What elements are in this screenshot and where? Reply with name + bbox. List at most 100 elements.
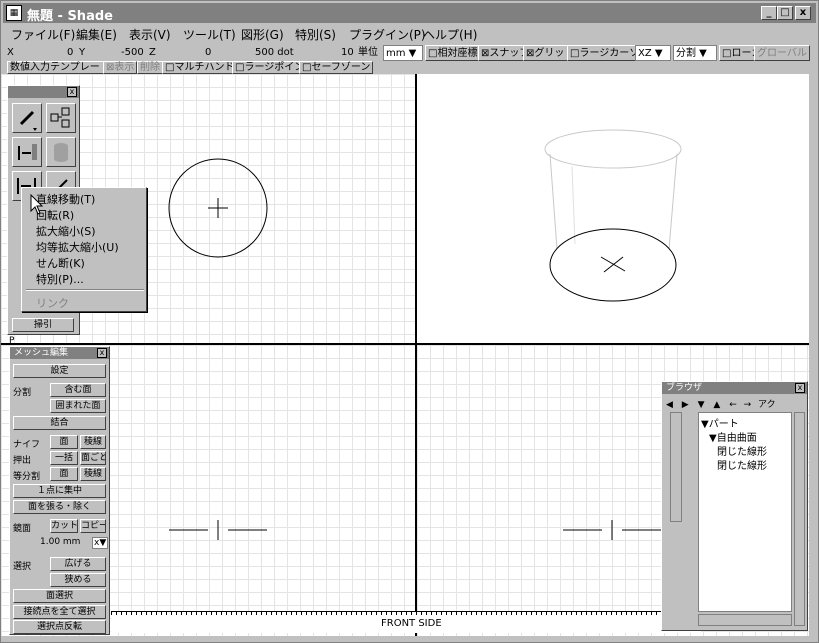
relative-coord-checkbox[interactable]: □相対座標 [425,45,481,61]
nav-left-icon[interactable]: ← [729,400,737,410]
mesh-panel-close[interactable]: x [97,348,107,358]
equal-split-edge-button[interactable]: 稜線 [80,467,106,481]
ruler-label: FRONT SIDE [381,618,442,629]
popup-item-linear-move[interactable]: 直線移動(T) [36,191,95,207]
perspective-view[interactable] [417,74,810,343]
menu-shape[interactable]: 図形(G) [241,26,284,43]
select-label: 選択 [13,562,32,572]
display-toolbar: 数値入力テンプレート ⊠表示 削除 □マルチハンドル □ラージポイント □セーフ… [3,61,816,74]
equal-split-label: 等分割 [13,472,41,482]
knife-edge-button[interactable]: 稜線 [80,435,106,449]
unit-label: 単位 [358,47,378,58]
popup-item-shear[interactable]: せん断(K) [36,255,85,271]
axis-select[interactable]: x▼ [92,537,109,549]
browser-tab[interactable]: アク [758,400,776,410]
close-button[interactable]: x [795,6,811,20]
title-bar: ▦ 無題 - Shade _ □ x [3,3,816,24]
extrude-batch-button[interactable]: 一括 [50,451,78,465]
display-checkbox[interactable]: ⊠表示 [103,61,138,74]
knife-face-button[interactable]: 面 [50,435,78,449]
sweep-button[interactable]: 掃引 [12,318,74,332]
mesh-panel-title: メッシュ編集 [14,348,69,358]
browser-close[interactable]: x [795,383,805,393]
dot-value[interactable]: 500 dot [255,45,294,61]
cylinder-tool-icon[interactable] [46,137,76,167]
nav-back-icon[interactable]: ◀ [666,400,673,410]
split-select[interactable]: 分割 ▼ [673,45,717,61]
num-template-button[interactable]: 数値入力テンプレート [7,61,113,74]
mesh-edit-panel: メッシュ編集 x 設定 分割 含む面 囲まれた面 結合 ナイフ 面 稜線 押出 一… [9,346,110,635]
global-button[interactable]: グローバル [754,45,810,61]
select-all-connected-button[interactable]: 接続点を全て選択 [13,605,106,619]
enclosed-face-button[interactable]: 囲まれた面 [50,399,106,413]
join-button[interactable]: 結合 [13,416,106,430]
menu-plugin[interactable]: プラグイン(P) [349,26,426,43]
cylinder-drawing [544,129,682,302]
expand-button[interactable]: 広げる [50,557,106,571]
cut-button[interactable]: カット [50,519,78,533]
pencil-tool-icon[interactable] [12,103,42,133]
nav-up-icon[interactable]: ▲ [713,400,720,410]
browser-nav: ◀ ▶ ▼ ▲ ← → アク [666,397,806,410]
y-value[interactable]: -500 [121,45,144,61]
vertical-scrollbar[interactable] [809,74,818,636]
collapse-button[interactable]: １点に集中 [13,484,106,498]
invert-select-button[interactable]: 選択点反転 [13,620,106,634]
minimize-button[interactable]: _ [761,6,777,20]
plane-select[interactable]: XZ ▼ [635,45,671,61]
include-face-button[interactable]: 含む面 [50,383,106,397]
browser-titlebar[interactable]: ブラウザ x [662,382,807,394]
p-label: P [9,336,15,346]
unit-select[interactable]: mm ▼ [383,45,423,61]
tree-part[interactable]: ▼パート [701,415,739,430]
tree-free-surface[interactable]: ▼自由曲面 [709,429,757,444]
fill-face-button[interactable]: 面を張る・除く [13,500,106,514]
mesh-panel-titlebar[interactable]: メッシュ編集 x [10,347,109,359]
maximize-button[interactable]: □ [777,6,793,20]
horizontal-splitter[interactable] [1,343,810,345]
menu-help[interactable]: ヘルプ(H) [423,26,477,43]
menu-file[interactable]: ファイル(F) [11,26,75,43]
menu-tools[interactable]: ツール(T) [183,26,236,43]
nav-down-icon[interactable]: ▼ [698,400,705,410]
extrude-per-face-button[interactable]: 面ごと [80,451,106,465]
app-icon[interactable]: ▦ [6,5,22,21]
nav-right-icon[interactable]: → [744,400,752,410]
popup-item-uniform-scale[interactable]: 均等拡大縮小(U) [36,239,119,255]
face-select-button[interactable]: 面選択 [13,589,106,603]
tool-palette-close[interactable]: x [67,87,77,97]
tree-closed-line-2[interactable]: 閉じた線形 [717,457,767,472]
ten-value[interactable]: 10 [341,45,354,61]
popup-item-link[interactable]: リンク [36,295,69,311]
browser-title: ブラウザ [666,383,703,393]
shrink-button[interactable]: 狭める [50,573,106,587]
tool-palette-titlebar[interactable]: x [8,86,79,98]
equal-split-face-button[interactable]: 面 [50,467,78,481]
browser-hscroll[interactable] [698,614,792,626]
safe-zone-checkbox[interactable]: □セーフゾーン [299,61,374,74]
mirror-distance-value[interactable]: 1.00 mm [40,537,80,547]
x-label: X [7,47,14,58]
nav-forward-icon[interactable]: ▶ [682,400,689,410]
popup-item-scale[interactable]: 拡大縮小(S) [36,223,96,239]
delete-button[interactable]: 削除 [137,61,163,74]
browser-slider[interactable] [670,412,682,522]
menu-edit[interactable]: 編集(E) [76,26,117,43]
shade-window: ▦ 無題 - Shade _ □ x ファイル(F) 編集(E) 表示(V) ツ… [0,0,819,643]
popup-item-special[interactable]: 特別(P)... [36,271,84,287]
tree-closed-line-1[interactable]: 閉じた線形 [717,443,767,458]
vertical-splitter[interactable] [415,74,417,636]
x-value[interactable]: 0 [67,45,73,61]
part-tool-icon[interactable] [46,103,76,133]
copy-button[interactable]: コピー [80,519,106,533]
transform-popup-menu: 直線移動(T) 回転(R) 拡大縮小(S) 均等拡大縮小(U) せん断(K) 特… [21,187,147,312]
popup-separator [26,289,144,291]
unit-select-value: mm [386,48,406,59]
setting-button[interactable]: 設定 [13,364,106,378]
browser-vscroll[interactable] [794,412,805,626]
move-tool-icon[interactable] [12,137,42,167]
window-title: 無題 - Shade [27,9,113,24]
menu-view[interactable]: 表示(V) [129,26,171,43]
menu-special[interactable]: 特別(S) [295,26,336,43]
z-value[interactable]: 0 [205,45,211,61]
